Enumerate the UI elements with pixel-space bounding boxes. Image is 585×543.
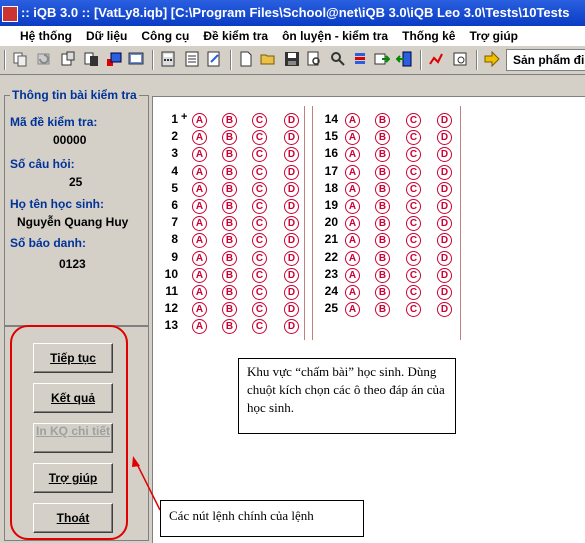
grading-area-note: Khu vực “chấm bài” học sinh. Dùng chuột …: [238, 358, 456, 434]
callout-arrow: [132, 456, 161, 511]
buttons-note: Các nút lệnh chính của lệnh: [160, 500, 364, 537]
